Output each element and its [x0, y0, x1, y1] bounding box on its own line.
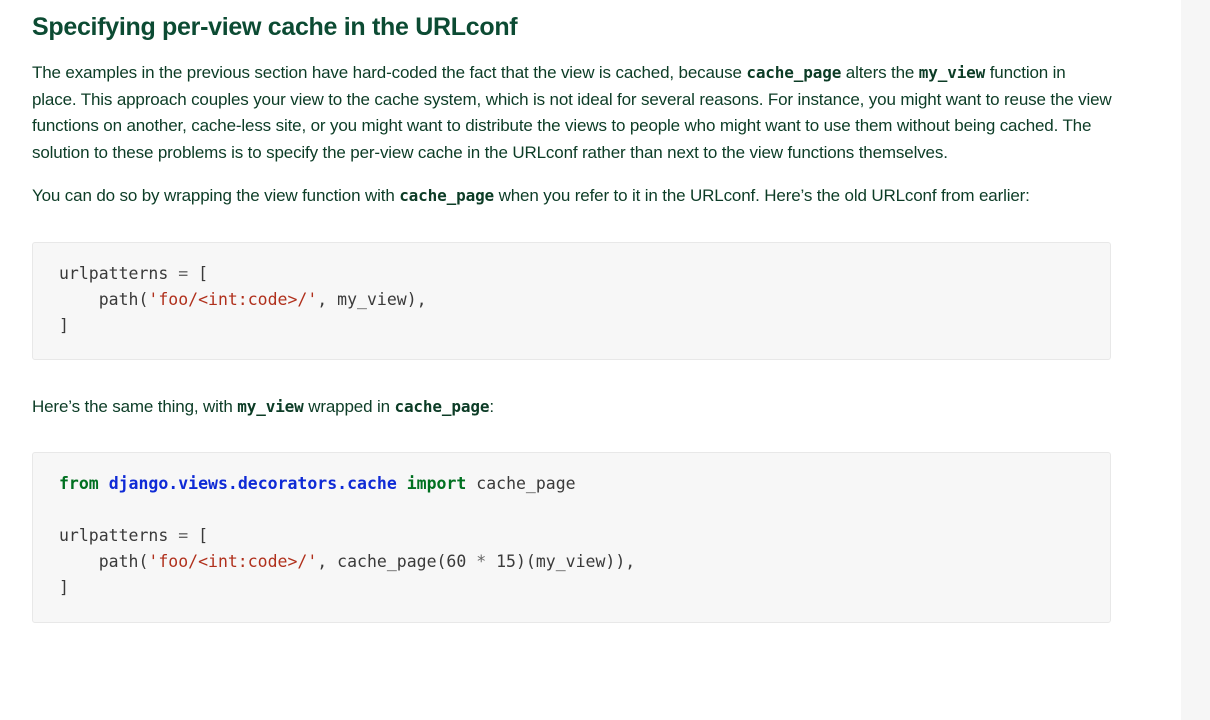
code-line: urlpatterns = [: [59, 526, 209, 545]
paragraph-same-thing: Here’s the same thing, with my_view wrap…: [32, 396, 494, 416]
paragraph-wrap-explanation: You can do so by wrapping the view funct…: [32, 186, 1030, 205]
inline-code-cache-page: cache_page: [399, 186, 495, 205]
right-sidebar-rail: [1181, 0, 1210, 720]
paragraph-intro: The examples in the previous section hav…: [32, 63, 1112, 162]
code-line: ]: [59, 315, 69, 335]
code-line: path('foo/<int:code>/', my_view),: [59, 289, 427, 309]
code-block-wrapped-urlconf: from django.views.decorators.cache impor…: [32, 452, 1111, 623]
code-line: urlpatterns = [: [59, 263, 209, 283]
section-heading: Specifying per-view cache in the URLconf: [32, 13, 518, 41]
code-line: ]: [59, 578, 69, 597]
inline-code-my-view: my_view: [237, 396, 304, 416]
code-block-old-urlconf: urlpatterns = [ path('foo/<int:code>/', …: [32, 241, 1111, 360]
inline-code-cache-page: cache_page: [746, 63, 842, 82]
doc-section: Specifying per-view cache in the URLconf…: [32, 0, 1112, 623]
code-line: from django.views.decorators.cache impor…: [59, 474, 576, 493]
inline-code-cache-page: cache_page: [394, 396, 490, 416]
code-line: path('foo/<int:code>/', cache_page(60 * …: [59, 552, 636, 571]
inline-code-my-view: my_view: [918, 63, 986, 82]
